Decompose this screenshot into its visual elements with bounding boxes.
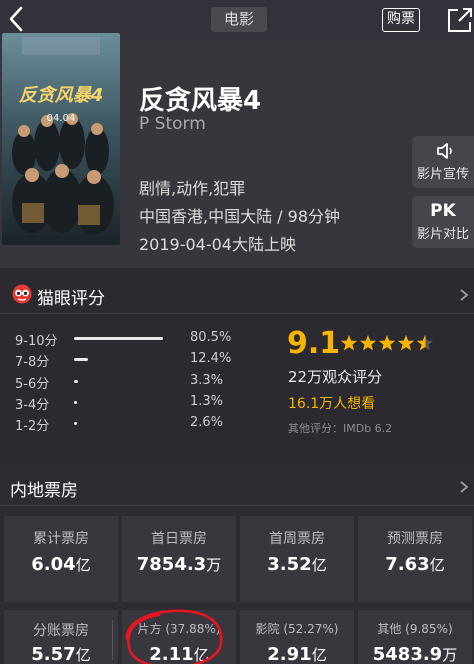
poster-date: 04.04: [46, 113, 76, 124]
dist-bar: [74, 358, 184, 361]
movie-genres: 剧情,动作,犯罪: [139, 179, 246, 198]
star-icon: [378, 335, 396, 351]
dist-bar: [74, 401, 184, 404]
share-button[interactable]: [446, 6, 474, 34]
rating-score: 9.1: [287, 326, 341, 361]
dist-percent: 3.3%: [190, 373, 224, 388]
back-button[interactable]: [4, 4, 30, 34]
poster-image: [2, 33, 120, 245]
box-office-card[interactable]: 影院 (52.27%) 2.91亿: [240, 610, 354, 664]
dist-bar: [74, 422, 184, 425]
promo-label: 影片宣传: [416, 167, 469, 182]
divider: [112, 620, 113, 660]
card-value: 5.57亿: [31, 644, 91, 664]
box-office-card[interactable]: 累计票房 6.04亿: [4, 516, 118, 602]
box-office-card[interactable]: 分账票房 5.57亿: [4, 610, 118, 664]
card-label: 首日票房: [151, 531, 207, 547]
box-office-card[interactable]: 首日票房 7854.3万: [122, 516, 236, 602]
want-to-see-count: 16.1万人想看: [288, 396, 376, 412]
divider: [0, 505, 474, 506]
share-icon: [448, 8, 472, 32]
speaker-icon: [437, 143, 452, 159]
divider: [0, 313, 474, 314]
promo-button[interactable]: 影片宣传: [412, 136, 474, 188]
compare-button[interactable]: PK 影片对比: [412, 196, 474, 248]
dist-percent: 80.5%: [190, 330, 232, 345]
card-value: 3.52亿: [267, 554, 327, 575]
chevron-right-icon[interactable]: [459, 480, 469, 494]
rating-section-title: 猫眼评分: [37, 289, 105, 309]
dist-label: 7-8分: [15, 355, 50, 370]
card-label: 影院 (52.27%): [255, 622, 339, 636]
star-rating: [340, 335, 434, 351]
card-label: 首周票房: [269, 531, 325, 547]
red-circle-annotation: [125, 609, 223, 664]
box-office-title: 内地票房: [10, 481, 78, 501]
dist-label: 5-6分: [15, 377, 50, 392]
movie-release-date: 2019-04-04大陆上映: [139, 235, 296, 254]
cat-eye-logo-icon: [12, 284, 32, 304]
dist-label: 9-10分: [15, 334, 58, 349]
card-label: 累计票房: [33, 531, 89, 547]
dist-bar: [74, 337, 184, 340]
card-value: 5483.9万: [372, 644, 458, 664]
star-icon: [340, 335, 358, 351]
chevron-left-icon: [9, 6, 23, 32]
box-office-card[interactable]: 预测票房 7.63亿: [358, 516, 472, 602]
card-value: 6.04亿: [31, 554, 91, 575]
card-value: 2.91亿: [267, 644, 327, 664]
movie-region-duration: 中国香港,中国大陆 / 98分钟: [139, 207, 341, 226]
compare-label: 影片对比: [416, 227, 469, 242]
movie-title: 反贪风暴4: [139, 86, 262, 116]
card-label: 其他 (9.85%): [377, 622, 453, 636]
star-icon: [397, 335, 415, 351]
card-value: 7854.3万: [136, 554, 222, 575]
buy-ticket-button[interactable]: 购票: [382, 8, 420, 32]
box-office-card[interactable]: 首周票房 3.52亿: [240, 516, 354, 602]
card-value: 7.63亿: [385, 554, 445, 575]
poster-title: 反贪风暴4: [18, 85, 104, 106]
movie-poster[interactable]: 反贪风暴4 04.04: [2, 33, 120, 245]
star-icon: [359, 335, 377, 351]
chevron-right-icon[interactable]: [459, 288, 469, 302]
card-label: 分账票房: [33, 623, 89, 639]
box-office-card[interactable]: 其他 (9.85%) 5483.9万: [358, 610, 472, 664]
card-label: 预测票房: [387, 531, 443, 547]
movie-english-title: P Storm: [139, 114, 206, 134]
dist-percent: 2.6%: [190, 415, 224, 430]
dist-label: 1-2分: [15, 419, 50, 434]
audience-count: 22万观众评分: [288, 368, 383, 386]
pk-icon: PK: [430, 201, 456, 221]
dist-bar: [74, 380, 184, 383]
other-rating: 其他评分：IMDb 6.2: [288, 422, 393, 435]
category-tag[interactable]: 电影: [211, 7, 267, 32]
dist-percent: 12.4%: [190, 351, 232, 366]
dist-percent: 1.3%: [190, 394, 224, 409]
dist-label: 3-4分: [15, 398, 50, 413]
